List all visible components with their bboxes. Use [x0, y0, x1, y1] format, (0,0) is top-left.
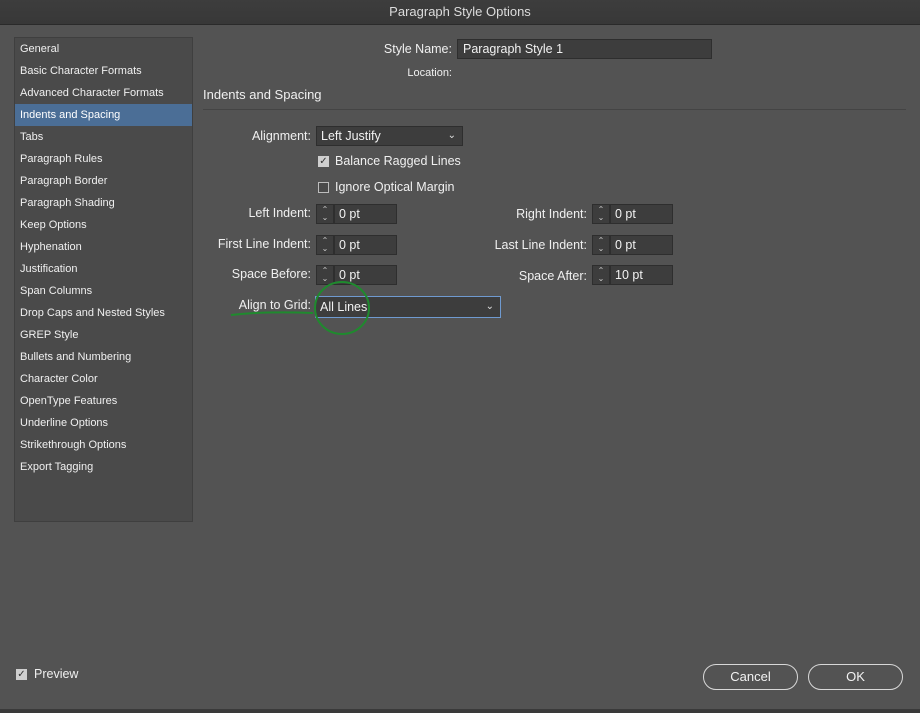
space-after-stepper[interactable]: ⌃ ⌄	[592, 265, 610, 285]
alignment-dropdown[interactable]: Left Justify ⌄	[316, 126, 463, 146]
up-down-arrows-icon: ⌃ ⌄	[321, 236, 329, 253]
sidebar-item-justification[interactable]: Justification	[15, 258, 192, 280]
ignore-optical-margin-label: Ignore Optical Margin	[335, 180, 455, 194]
chevron-down-icon: ⌄	[447, 130, 456, 141]
ignore-optical-margin-checkbox[interactable]	[318, 182, 329, 193]
sidebar-item-hyphenation[interactable]: Hyphenation	[15, 236, 192, 258]
up-down-arrows-icon: ⌃ ⌄	[597, 266, 605, 283]
window-title: Paragraph Style Options	[0, 0, 920, 25]
up-down-arrows-icon: ⌃ ⌄	[321, 205, 329, 222]
up-down-arrows-icon: ⌃ ⌄	[597, 205, 605, 222]
section-title: Indents and Spacing	[203, 87, 322, 102]
first-line-indent-input[interactable]: 0 pt	[334, 235, 397, 255]
up-down-arrows-icon: ⌃ ⌄	[597, 236, 605, 253]
preview-checkbox[interactable]: ✓	[16, 669, 27, 680]
sidebar-item-paragraph-rules[interactable]: Paragraph Rules	[15, 148, 192, 170]
sidebar-item-grep-style[interactable]: GREP Style	[15, 324, 192, 346]
sidebar-item-character-color[interactable]: Character Color	[15, 368, 192, 390]
checkmark-icon: ✓	[17, 669, 26, 680]
first-line-indent-stepper[interactable]: ⌃ ⌄	[316, 235, 334, 255]
sidebar-item-indents-and-spacing[interactable]: Indents and Spacing	[15, 104, 192, 126]
last-line-indent-stepper[interactable]: ⌃ ⌄	[592, 235, 610, 255]
sidebar-item-paragraph-border[interactable]: Paragraph Border	[15, 170, 192, 192]
left-indent-input[interactable]: 0 pt	[334, 204, 397, 224]
balance-ragged-checkbox[interactable]: ✓	[318, 156, 329, 167]
last-line-indent-input[interactable]: 0 pt	[610, 235, 673, 255]
left-indent-stepper[interactable]: ⌃ ⌄	[316, 204, 334, 224]
first-line-indent-label: First Line Indent:	[217, 237, 311, 251]
annotation-highlight	[230, 281, 370, 335]
window-bottom-edge	[0, 709, 920, 713]
annotation-underline	[230, 311, 314, 316]
sidebar-item-strikethrough-options[interactable]: Strikethrough Options	[15, 434, 192, 456]
cancel-button[interactable]: Cancel	[703, 664, 798, 690]
section-divider	[203, 109, 906, 110]
location-label: Location:	[407, 67, 452, 79]
sidebar-item-tabs[interactable]: Tabs	[15, 126, 192, 148]
sidebar-item-export-tagging[interactable]: Export Tagging	[15, 456, 192, 478]
sidebar-item-bullets-and-numbering[interactable]: Bullets and Numbering	[15, 346, 192, 368]
chevron-down-icon: ⌄	[485, 301, 494, 312]
sidebar-item-opentype-features[interactable]: OpenType Features	[15, 390, 192, 412]
space-after-label: Space After:	[518, 269, 587, 283]
style-name-label: Style Name:	[383, 42, 452, 56]
alignment-value: Left Justify	[321, 129, 381, 143]
sidebar-item-advanced-character-formats[interactable]: Advanced Character Formats	[15, 82, 192, 104]
category-list: General Basic Character Formats Advanced…	[14, 37, 193, 522]
sidebar-item-paragraph-shading[interactable]: Paragraph Shading	[15, 192, 192, 214]
balance-ragged-label: Balance Ragged Lines	[335, 154, 461, 168]
right-indent-label: Right Indent:	[516, 207, 587, 221]
sidebar-item-basic-character-formats[interactable]: Basic Character Formats	[15, 60, 192, 82]
sidebar-item-general[interactable]: General	[15, 38, 192, 60]
sidebar-item-underline-options[interactable]: Underline Options	[15, 412, 192, 434]
sidebar-item-drop-caps[interactable]: Drop Caps and Nested Styles	[15, 302, 192, 324]
preview-label: Preview	[34, 667, 79, 681]
space-after-input[interactable]: 10 pt	[610, 265, 673, 285]
sidebar-item-span-columns[interactable]: Span Columns	[15, 280, 192, 302]
ok-button[interactable]: OK	[808, 664, 903, 690]
right-indent-stepper[interactable]: ⌃ ⌄	[592, 204, 610, 224]
annotation-circle	[314, 281, 370, 335]
alignment-label: Alignment:	[251, 129, 311, 143]
style-name-input[interactable]: Paragraph Style 1	[457, 39, 712, 59]
checkmark-icon: ✓	[319, 156, 328, 167]
right-indent-input[interactable]: 0 pt	[610, 204, 673, 224]
last-line-indent-label: Last Line Indent:	[494, 238, 587, 252]
left-indent-label: Left Indent:	[248, 206, 311, 220]
sidebar-item-keep-options[interactable]: Keep Options	[15, 214, 192, 236]
